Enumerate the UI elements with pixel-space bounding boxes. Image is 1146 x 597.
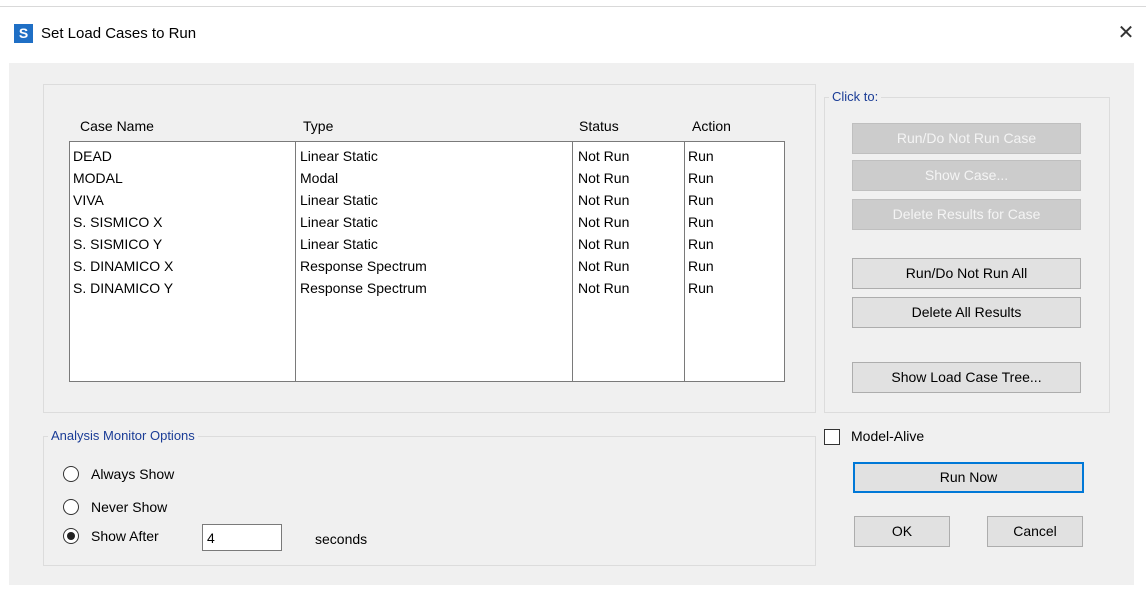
column-header-status: Status [579,118,619,134]
case-type-cell: Linear Static [300,148,378,164]
case-name-cell: S. SISMICO Y [73,236,163,252]
case-status-cell: Not Run [578,236,630,252]
case-status-cell: Not Run [578,148,630,164]
seconds-label: seconds [315,531,368,547]
model-alive-label: Model-Alive [851,428,925,444]
case-name-cell: S. DINAMICO Y [73,280,174,296]
case-name-cell: VIVA [73,192,104,208]
table-row[interactable]: VIVA Linear Static Not Run Run [70,192,784,214]
close-icon[interactable]: ✕ [1106,18,1146,48]
never-show-radio[interactable] [63,499,79,515]
case-action-cell: Run [688,170,714,186]
never-show-label: Never Show [91,499,168,515]
case-status-cell: Not Run [578,280,630,296]
delete-all-results-button[interactable]: Delete All Results [852,297,1081,328]
load-case-list[interactable]: DEAD Linear Static Not Run Run MODAL Mod… [69,141,785,382]
case-type-cell: Linear Static [300,236,378,252]
radio-selected-dot [67,532,75,540]
table-row[interactable]: MODAL Modal Not Run Run [70,170,784,192]
table-row[interactable]: S. SISMICO X Linear Static Not Run Run [70,214,784,236]
case-status-cell: Not Run [578,170,630,186]
set-load-cases-dialog: S Set Load Cases to Run ✕ Case Name Type… [0,0,1146,597]
model-alive-checkbox[interactable] [824,429,840,445]
case-type-cell: Response Spectrum [300,258,427,274]
case-action-cell: Run [688,192,714,208]
show-after-label: Show After [91,528,159,544]
always-show-label: Always Show [91,466,175,482]
top-divider [0,6,1146,7]
run-do-not-run-all-button[interactable]: Run/Do Not Run All [852,258,1081,289]
case-status-cell: Not Run [578,214,630,230]
column-header-case-name: Case Name [80,118,154,134]
run-now-button[interactable]: Run Now [853,462,1084,493]
case-action-cell: Run [688,280,714,296]
dialog-title: Set Load Cases to Run [41,25,197,42]
case-type-cell: Modal [300,170,339,186]
click-to-label: Click to: [829,89,882,104]
case-type-cell: Response Spectrum [300,280,427,296]
case-status-cell: Not Run [578,258,630,274]
case-action-cell: Run [688,236,714,252]
column-header-type: Type [303,118,334,134]
case-name-cell: DEAD [73,148,112,164]
run-do-not-run-case-button[interactable]: Run/Do Not Run Case [852,123,1081,154]
title-bar: S Set Load Cases to Run ✕ [0,12,1146,52]
case-type-cell: Linear Static [300,192,378,208]
table-row[interactable]: S. SISMICO Y Linear Static Not Run Run [70,236,784,258]
show-case-button[interactable]: Show Case... [852,160,1081,191]
show-load-case-tree-button[interactable]: Show Load Case Tree... [852,362,1081,393]
case-action-cell: Run [688,214,714,230]
column-header-action: Action [692,118,731,134]
dialog-body: Case Name Type Status Action DEAD Linear… [9,63,1134,585]
case-action-cell: Run [688,148,714,164]
ok-button[interactable]: OK [854,516,950,547]
case-name-cell: MODAL [73,170,123,186]
show-after-radio[interactable] [63,528,79,544]
table-row[interactable]: S. DINAMICO Y Response Spectrum Not Run … [70,280,784,302]
case-action-cell: Run [688,258,714,274]
app-icon: S [14,24,33,43]
case-type-cell: Linear Static [300,214,378,230]
table-row[interactable]: DEAD Linear Static Not Run Run [70,148,784,170]
always-show-radio[interactable] [63,466,79,482]
table-row[interactable]: S. DINAMICO X Response Spectrum Not Run … [70,258,784,280]
case-status-cell: Not Run [578,192,630,208]
case-name-cell: S. DINAMICO X [73,258,174,274]
case-name-cell: S. SISMICO X [73,214,163,230]
cancel-button[interactable]: Cancel [987,516,1083,547]
analysis-monitor-label: Analysis Monitor Options [48,428,198,443]
delete-results-for-case-button[interactable]: Delete Results for Case [852,199,1081,230]
show-after-seconds-input[interactable] [202,524,282,551]
